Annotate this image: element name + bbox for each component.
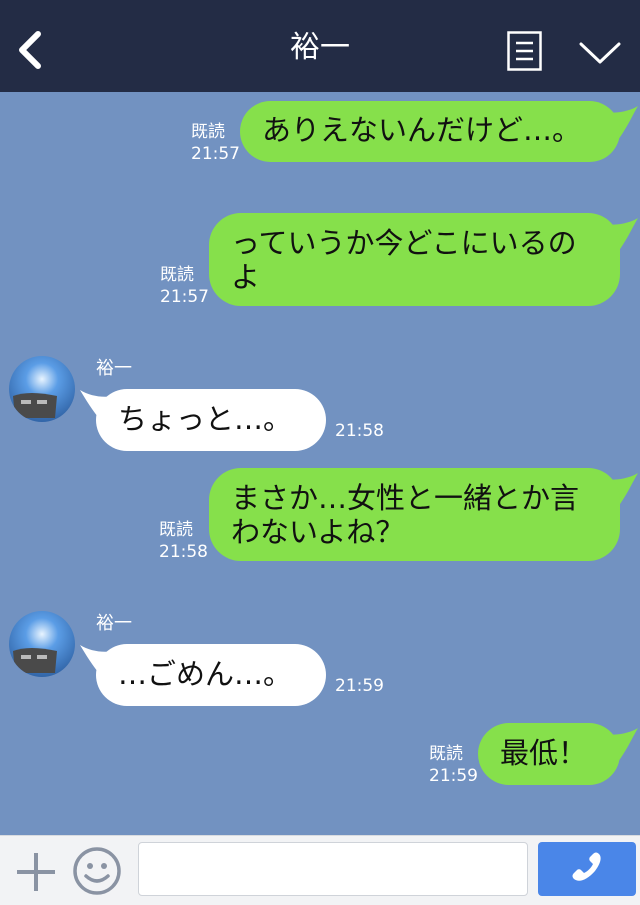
their-message-bubble: ちょっと…。 xyxy=(96,389,326,451)
message-time: 21:59 xyxy=(429,766,478,786)
message-time: 21:58 xyxy=(335,421,384,441)
message-time: 21:59 xyxy=(335,676,384,696)
message-time: 21:57 xyxy=(191,144,240,164)
message-text-line: わないよね？ xyxy=(231,515,405,549)
message-time: 21:58 xyxy=(159,542,208,562)
read-label: 既読 xyxy=(429,744,463,764)
read-status: 既読 21:59 xyxy=(429,743,478,787)
my-message-bubble: 最低！ xyxy=(478,723,620,785)
input-bar xyxy=(0,835,640,905)
read-label: 既読 xyxy=(160,265,194,285)
chevron-down-icon[interactable] xyxy=(579,40,621,68)
call-button[interactable] xyxy=(538,842,636,896)
avatar-photo-icon xyxy=(9,356,75,422)
message-text-line: っていうか今どこにいるの xyxy=(231,226,577,260)
message-text-line: まさか…女性と一緒とか言 xyxy=(231,481,580,515)
message-text: 最低！ xyxy=(500,736,588,770)
sender-name: 裕一 xyxy=(96,613,132,634)
message-input[interactable] xyxy=(138,842,528,896)
their-message-bubble: …ごめん…。 xyxy=(96,644,326,706)
list-menu-icon[interactable] xyxy=(507,31,542,71)
sender-name: 裕一 xyxy=(96,358,132,379)
phone-icon xyxy=(572,852,601,881)
chat-title: 裕一 xyxy=(290,30,350,65)
avatar[interactable] xyxy=(9,611,75,677)
message-text-line: よ xyxy=(231,260,261,294)
read-label: 既読 xyxy=(191,122,225,142)
message-text: …ごめん…。 xyxy=(118,657,293,691)
my-message-bubble: っていうか今どこにいるの よ xyxy=(209,213,620,306)
plus-icon[interactable] xyxy=(14,850,58,894)
chat-header: 裕一 xyxy=(0,0,640,92)
read-status: 既読 21:57 xyxy=(160,264,209,308)
message-text: ちょっと…。 xyxy=(118,402,293,436)
read-status: 既読 21:57 xyxy=(191,121,240,165)
my-message-bubble: ありえないんだけど…。 xyxy=(240,101,620,162)
read-label: 既読 xyxy=(159,520,193,540)
read-status: 既読 21:58 xyxy=(159,519,208,563)
my-message-bubble: まさか…女性と一緒とか言 わないよね？ xyxy=(209,468,620,561)
avatar-photo-icon xyxy=(9,611,75,677)
avatar[interactable] xyxy=(9,356,75,422)
message-time: 21:57 xyxy=(160,287,209,307)
message-text: ありえないんだけど…。 xyxy=(262,113,582,147)
smiley-icon[interactable] xyxy=(72,846,122,896)
